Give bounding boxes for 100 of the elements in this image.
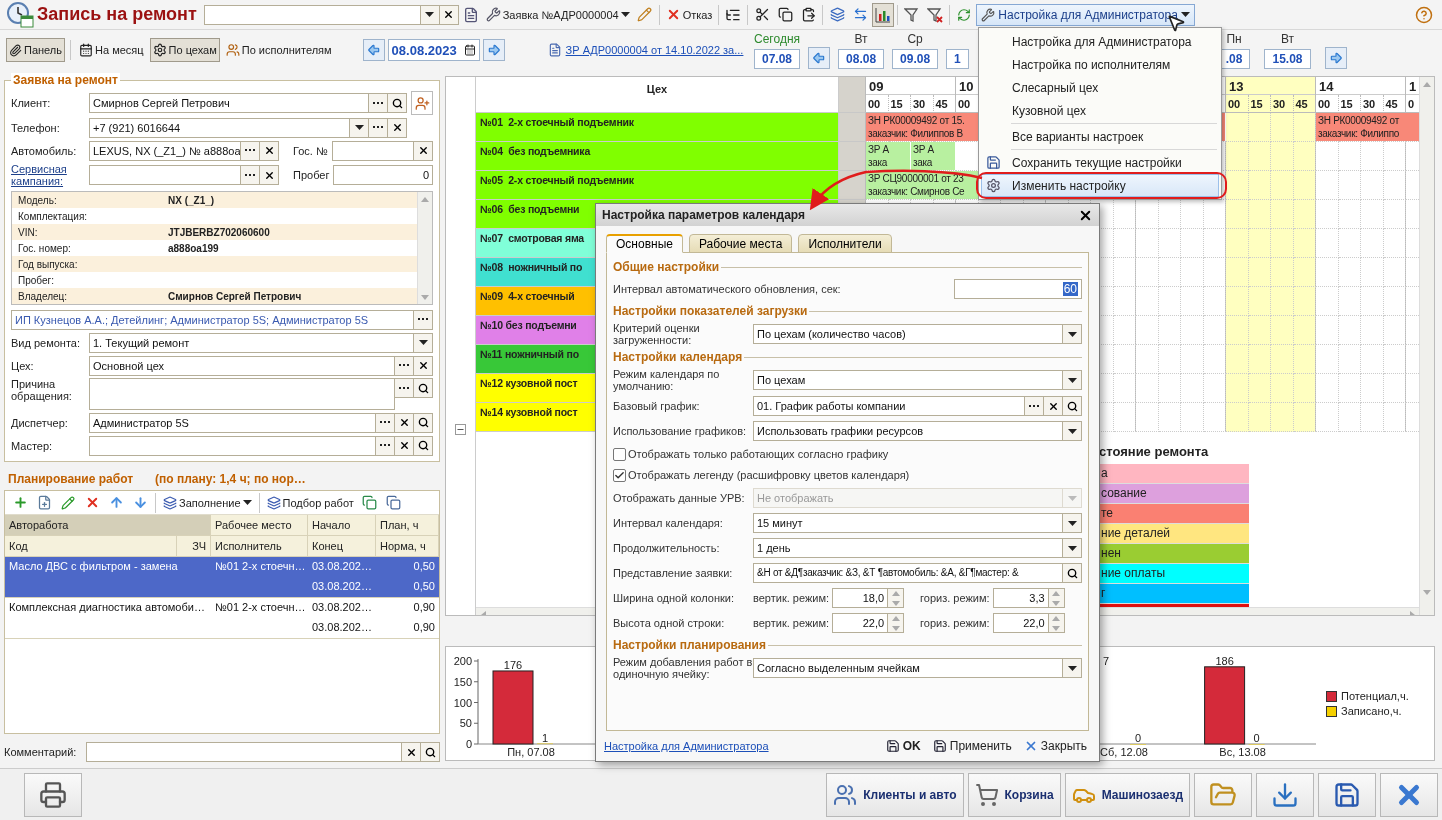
repair-type-field[interactable]: 1. Текущий ремонт (89, 332, 414, 353)
collapse-icon[interactable] (455, 424, 466, 435)
chart-button[interactable] (872, 2, 895, 27)
toolbar-button[interactable]: Клиенты и авто (826, 772, 964, 817)
dropdown-button[interactable] (1063, 538, 1082, 558)
tab[interactable]: Рабочие места (688, 234, 793, 253)
select-button[interactable] (241, 140, 260, 161)
clear-button[interactable] (395, 412, 414, 433)
toolbar-button[interactable]: Машинозаезд (1064, 772, 1190, 817)
tab[interactable]: Основные (606, 234, 683, 253)
search-button[interactable] (1063, 563, 1082, 583)
day-button[interactable]: 1 (946, 48, 969, 69)
select-field[interactable]: Согласно выделенным ячейкам (753, 658, 1063, 678)
pick-works-button[interactable]: Подбор работ (263, 490, 357, 515)
date-field[interactable]: 08.08.2023 (387, 39, 480, 61)
print-button[interactable] (24, 772, 82, 817)
schedule-event[interactable]: ЗН РК00009492 от заказчик: Филиппо (1316, 113, 1419, 141)
menu-item[interactable]: Слесарный цех (981, 76, 1219, 99)
view-mode-button[interactable]: По исполнителям (222, 38, 335, 62)
search-button[interactable] (1063, 396, 1082, 416)
phone-field[interactable]: +7 (921) 6016644 (89, 117, 350, 138)
comment-field[interactable] (86, 742, 402, 762)
dropdown-button[interactable] (1063, 370, 1082, 390)
select-button[interactable] (376, 412, 395, 433)
dropdown-button[interactable] (1063, 324, 1082, 344)
spin-field[interactable]: 22,0 (832, 613, 889, 633)
dropdown-button[interactable] (1063, 421, 1082, 441)
open-button[interactable] (1194, 772, 1252, 817)
spin-field[interactable]: 18,0 (832, 588, 889, 608)
previous-date-button[interactable] (362, 39, 385, 61)
plate-field[interactable] (331, 140, 414, 161)
apply-button[interactable]: Применить (928, 735, 1016, 757)
search-combo-field[interactable] (203, 4, 421, 25)
close-button[interactable]: Закрыть (1019, 735, 1091, 757)
search-button[interactable] (414, 378, 433, 398)
menu-item[interactable]: Настройка по исполнителям (981, 53, 1219, 76)
select-field[interactable]: По цехам (количество часов) (753, 324, 1063, 344)
previous-week-button[interactable] (808, 46, 831, 69)
spin-field[interactable]: 22,0 (992, 613, 1049, 633)
clear-button[interactable] (414, 355, 433, 376)
search-button[interactable] (421, 742, 440, 762)
schedule-event[interactable]: ЗР А зака (911, 142, 956, 170)
scrollbar[interactable] (417, 192, 432, 304)
dropdown-button[interactable] (420, 4, 440, 25)
select-button[interactable] (369, 93, 388, 113)
select-field[interactable]: По цехам (753, 370, 1063, 390)
client-field[interactable]: Смирнов Сергей Петрович (89, 93, 369, 113)
shop-field[interactable]: Основной цех (89, 355, 395, 376)
toolbar-button[interactable]: Корзина (967, 772, 1061, 817)
menu-item[interactable]: Настройка для Администратора (981, 30, 1219, 53)
clear-button[interactable] (439, 4, 459, 25)
select-field[interactable]: Использовать графики ресурсов (753, 421, 1063, 441)
vertical-scrollbar[interactable] (1419, 77, 1434, 615)
search-button[interactable] (388, 93, 407, 113)
day-button[interactable]: 07.08 (754, 48, 801, 69)
select-button[interactable] (395, 355, 414, 376)
save-button[interactable] (1318, 772, 1376, 817)
select-button[interactable] (376, 435, 395, 456)
menu-item[interactable]: Сохранить текущие настройки (981, 151, 1219, 174)
select-button[interactable] (369, 117, 388, 138)
clear-button[interactable] (414, 140, 433, 161)
menu-item[interactable]: Изменить настройку (981, 174, 1219, 197)
template-field[interactable]: &Н от &Д¶заказчик: &З, &Т ¶автомобиль: &А, &Г¶мастер: & (753, 563, 1063, 583)
search-button[interactable] (414, 435, 433, 456)
document-link[interactable]: ЗР АДР0000004 от 14.10.2022 за... (565, 44, 744, 56)
campaign-link[interactable]: Сервисная кампания: (11, 163, 89, 187)
select-button[interactable] (414, 309, 433, 330)
checkbox[interactable] (613, 468, 626, 482)
add-client-button[interactable] (411, 91, 433, 115)
clear-button[interactable] (402, 742, 421, 762)
dispatcher-field[interactable]: Администратор 5S (89, 412, 376, 433)
car-field[interactable]: LEXUS, NX (_Z1_) № a888oa (89, 140, 241, 161)
next-date-button[interactable] (482, 39, 505, 61)
select-field[interactable]: 15 минут (753, 513, 1063, 533)
fill-button[interactable]: Заполнение (160, 490, 255, 515)
number-field[interactable]: 60 (954, 279, 1082, 299)
clear-button[interactable] (260, 165, 279, 185)
day-button[interactable]: 08.08 (838, 48, 885, 69)
clear-button[interactable] (260, 140, 279, 161)
cancel-button[interactable]: Отказ (662, 2, 716, 27)
menu-item[interactable]: Кузовной цех (981, 99, 1219, 122)
settings-menu-button[interactable]: Настройка для Администратора (976, 3, 1195, 26)
clear-button[interactable] (388, 117, 407, 138)
dropdown-button[interactable] (1063, 513, 1082, 533)
search-button[interactable] (414, 412, 433, 433)
mileage-field[interactable]: 0 (333, 165, 433, 185)
view-mode-button[interactable]: На месяц (76, 38, 147, 62)
next-week-button[interactable] (1324, 46, 1347, 69)
campaign-field[interactable] (89, 165, 241, 185)
clear-button[interactable] (1044, 396, 1063, 416)
lookup-field[interactable]: 01. График работы компании (753, 396, 1025, 416)
assignees-field[interactable]: ИП Кузнецов А.А.; Детейлинг; Администратор 5S; Администратор 5S (11, 309, 414, 330)
select-button[interactable] (241, 165, 260, 185)
select-field[interactable]: 1 день (753, 538, 1063, 558)
schedule-event[interactable]: ЗР А зака (866, 142, 911, 170)
table-row[interactable]: Масло ДВС с фильтром - замена №01 2-х стоечн… 03.08.202… 0,50 03.08.202… 0,50 (5, 557, 439, 598)
dropdown-button[interactable] (350, 117, 369, 138)
select-button[interactable] (1025, 396, 1044, 416)
dropdown-button[interactable] (414, 332, 433, 353)
master-field[interactable] (89, 435, 376, 456)
